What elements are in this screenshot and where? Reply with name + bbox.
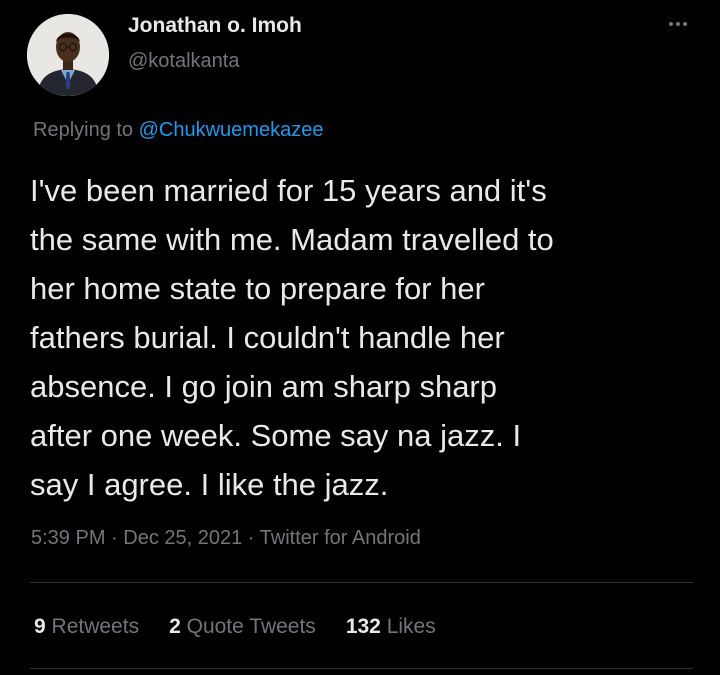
divider bbox=[30, 582, 693, 583]
avatar[interactable] bbox=[27, 14, 109, 96]
replying-to-label: Replying to bbox=[33, 119, 139, 141]
tweet-text: I've been married for 15 years and it's … bbox=[30, 166, 700, 509]
meta-separator: · bbox=[105, 527, 124, 549]
quote-tweets-label: Quote Tweets bbox=[186, 615, 316, 638]
tweet-date[interactable]: Dec 25, 2021 bbox=[123, 527, 242, 549]
quote-tweets-stat[interactable]: 2 Quote Tweets bbox=[169, 615, 316, 639]
divider bbox=[30, 668, 693, 669]
profile-photo-icon bbox=[27, 14, 109, 96]
engagement-stats: 9 Retweets 2 Quote Tweets 132 Likes bbox=[34, 615, 466, 639]
more-horizontal-icon-dot bbox=[676, 22, 680, 26]
replying-to: Replying to @Chukwuemekazee bbox=[33, 119, 323, 142]
retweets-stat[interactable]: 9 Retweets bbox=[34, 615, 139, 639]
retweets-label: Retweets bbox=[51, 615, 140, 638]
author-handle[interactable]: @kotalkanta bbox=[128, 50, 239, 73]
more-horizontal-icon bbox=[669, 22, 673, 26]
tweet-text-line: after one week. Some say na jazz. I bbox=[30, 418, 522, 453]
quote-tweets-count: 2 bbox=[169, 615, 181, 638]
more-horizontal-icon-dot bbox=[683, 22, 687, 26]
more-options-button[interactable] bbox=[658, 14, 698, 34]
tweet-time[interactable]: 5:39 PM bbox=[31, 527, 105, 549]
tweet-source[interactable]: Twitter for Android bbox=[260, 527, 421, 549]
retweets-count: 9 bbox=[34, 615, 46, 638]
tweet-text-line: I've been married for 15 years and it's bbox=[30, 173, 547, 208]
author-display-name[interactable]: Jonathan o. Imoh bbox=[128, 14, 302, 38]
likes-count: 132 bbox=[345, 615, 381, 638]
tweet-metadata: 5:39 PM · Dec 25, 2021 · Twitter for And… bbox=[31, 527, 421, 550]
tweet-text-line: fathers burial. I couldn't handle her bbox=[30, 320, 505, 355]
tweet-text-line: the same with me. Madam travelled to bbox=[30, 222, 554, 257]
tweet-text-line: her home state to prepare for her bbox=[30, 271, 485, 306]
tweet-text-line: absence. I go join am sharp sharp bbox=[30, 369, 497, 404]
likes-stat[interactable]: 132 Likes bbox=[346, 615, 436, 639]
tweet-text-line: say I agree. I like the jazz. bbox=[30, 467, 389, 502]
tweet-detail: Jonathan o. Imoh @kotalkanta Replying to… bbox=[0, 0, 720, 675]
likes-label: Likes bbox=[386, 615, 436, 638]
reply-mention-link[interactable]: @Chukwuemekazee bbox=[139, 119, 324, 141]
meta-separator: · bbox=[242, 527, 260, 549]
